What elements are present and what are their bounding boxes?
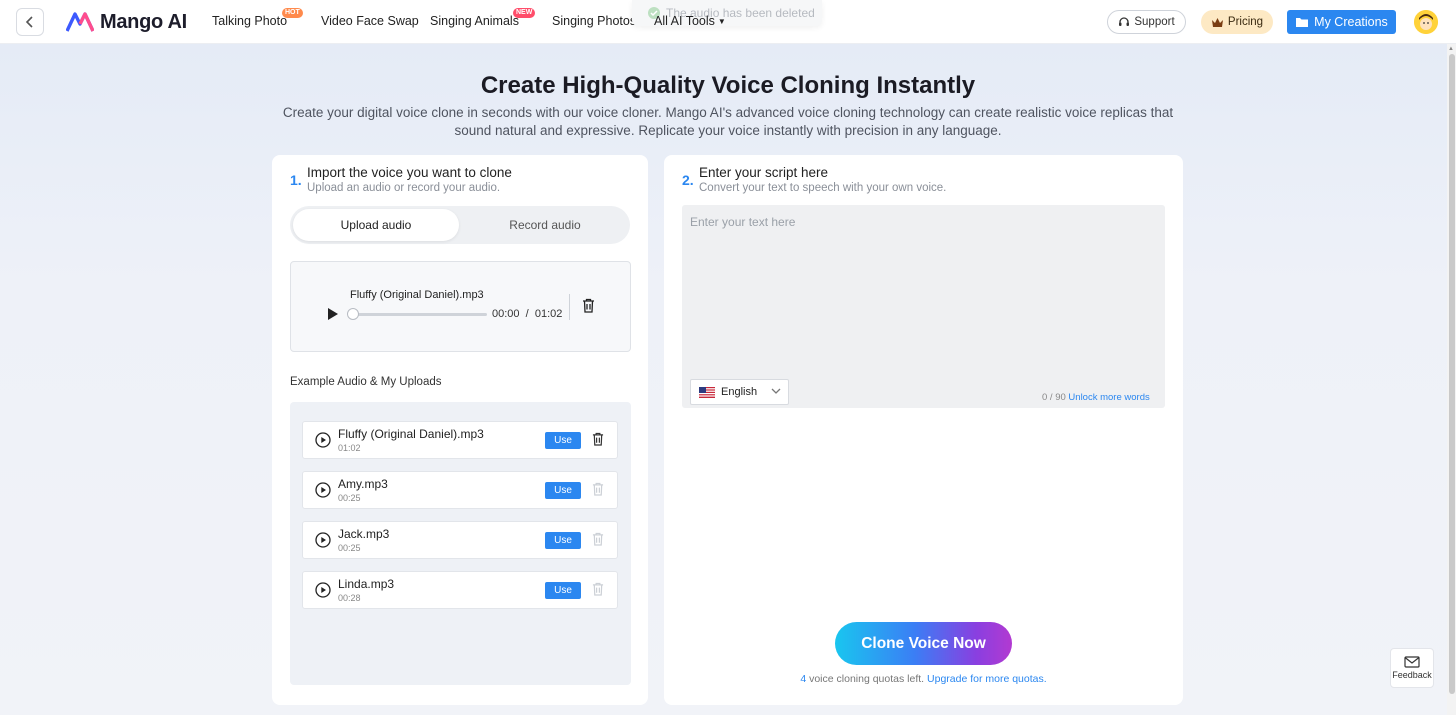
player-duration: 01:02 (534, 308, 563, 320)
example-duration: 00:25 (338, 493, 361, 503)
example-duration: 00:28 (338, 593, 361, 603)
hot-badge: HOT (282, 8, 303, 18)
feedback-label: Feedback (1392, 670, 1432, 680)
support-button[interactable]: Support (1107, 10, 1186, 34)
play-circle-icon[interactable] (315, 482, 331, 498)
example-audio-list: Fluffy (Original Daniel).mp3 01:02 Use A… (290, 402, 631, 685)
tab-record-audio[interactable]: Record audio (462, 209, 628, 241)
audio-player: Fluffy (Original Daniel).mp3 00:00 / 01:… (290, 261, 631, 352)
player-progress-track[interactable] (353, 313, 487, 316)
upgrade-link[interactable]: Upgrade for more quotas. (927, 673, 1047, 685)
brand-name: Mango AI (100, 10, 187, 33)
word-count-value: 0 / 90 (1042, 392, 1066, 403)
example-name: Jack.mp3 (338, 527, 390, 541)
quota-text: voice cloning quotas left. (809, 673, 925, 685)
my-creations-label: My Creations (1314, 15, 1388, 29)
scrollbar-thumb[interactable] (1449, 54, 1455, 694)
player-file-name: Fluffy (Original Daniel).mp3 (350, 289, 484, 301)
top-header: Mango AI Talking Photo HOT Video Face Sw… (0, 0, 1456, 44)
crown-icon (1211, 17, 1223, 27)
trash-icon[interactable] (582, 298, 595, 313)
chevron-down-icon (771, 388, 781, 394)
trash-icon[interactable] (592, 432, 604, 446)
pricing-button[interactable]: Pricing (1201, 10, 1273, 34)
quota-count: 4 (800, 673, 807, 685)
examples-label: Example Audio & My Uploads (290, 376, 442, 388)
my-creations-button[interactable]: My Creations (1287, 10, 1396, 34)
step-title: Enter your script here (699, 165, 829, 180)
play-circle-icon[interactable] (315, 582, 331, 598)
word-count: 0 / 90 Unlock more words (1042, 392, 1150, 403)
player-time: 00:00 / 01:02 (492, 308, 562, 320)
nav-label: Singing Photos (552, 14, 637, 28)
play-circle-icon[interactable] (315, 432, 331, 448)
chevron-left-icon (25, 16, 33, 28)
nav-video-face-swap[interactable]: Video Face Swap (321, 14, 419, 28)
list-item[interactable]: Linda.mp3 00:28 Use (302, 571, 618, 609)
new-badge: NEW (513, 8, 536, 18)
audio-source-tabs: Upload audio Record audio (290, 206, 630, 244)
folder-icon (1296, 17, 1309, 27)
use-button[interactable]: Use (545, 532, 581, 549)
nav-singing-animals[interactable]: Singing Animals NEW (430, 8, 536, 28)
avatar-face-icon (1414, 10, 1438, 34)
trash-disabled-icon (592, 532, 604, 546)
script-panel: 2. Enter your script here Convert your t… (664, 155, 1183, 705)
page-title: Create High-Quality Voice Cloning Instan… (480, 72, 976, 99)
nav-singing-photos[interactable]: Singing Photos (552, 14, 636, 28)
player-divider (569, 294, 570, 320)
brand-logo[interactable]: Mango AI (66, 10, 187, 34)
use-button[interactable]: Use (545, 582, 581, 599)
trash-disabled-icon (592, 482, 604, 496)
mango-logo-icon (66, 12, 94, 32)
caret-down-icon: ▼ (717, 17, 726, 26)
language-select[interactable]: English (690, 379, 789, 405)
script-placeholder: Enter your text here (690, 215, 796, 229)
feedback-button[interactable]: Feedback (1390, 648, 1434, 688)
back-button[interactable] (16, 8, 44, 36)
player-time-separator: / (525, 308, 529, 320)
play-icon[interactable] (327, 307, 339, 321)
trash-disabled-icon (592, 582, 604, 596)
page-description: Create your digital voice clone in secon… (282, 105, 1174, 138)
player-progress-handle[interactable] (347, 308, 359, 320)
nav-label: Singing Animals (430, 14, 519, 28)
nav-talking-photo[interactable]: Talking Photo HOT (212, 8, 303, 28)
use-button[interactable]: Use (545, 432, 581, 449)
step-number: 1. (290, 172, 302, 188)
user-avatar[interactable] (1414, 10, 1438, 34)
nav-label: All AI Tools (654, 14, 715, 28)
nav-label: Video Face Swap (321, 14, 419, 28)
step-number: 2. (682, 172, 694, 188)
scroll-up-arrow-icon[interactable]: ▲ (1448, 46, 1454, 52)
headset-icon (1119, 17, 1130, 26)
example-name: Fluffy (Original Daniel).mp3 (338, 427, 484, 441)
us-flag-icon (699, 386, 715, 398)
language-label: English (721, 386, 758, 398)
list-item[interactable]: Fluffy (Original Daniel).mp3 01:02 Use (302, 421, 618, 459)
play-circle-icon[interactable] (315, 532, 331, 548)
list-item[interactable]: Jack.mp3 00:25 Use (302, 521, 618, 559)
nav-all-ai-tools[interactable]: All AI Tools ▼ (654, 14, 726, 28)
support-label: Support (1134, 16, 1175, 28)
script-textarea[interactable]: Enter your text here English 0 / 90 Unlo… (682, 205, 1165, 408)
player-current-time: 00:00 (492, 308, 520, 320)
unlock-more-words-link[interactable]: Unlock more words (1068, 392, 1149, 403)
step-title: Import the voice you want to clone (307, 165, 512, 180)
example-duration: 01:02 (338, 443, 361, 453)
nav-label: Talking Photo (212, 14, 288, 28)
list-item[interactable]: Amy.mp3 00:25 Use (302, 471, 618, 509)
quota-info: 4 voice cloning quotas left. Upgrade for… (664, 673, 1183, 685)
clone-voice-button[interactable]: Clone Voice Now (835, 622, 1012, 665)
step-subtitle: Upload an audio or record your audio. (307, 182, 501, 194)
mail-icon (1404, 656, 1420, 668)
tab-upload-audio[interactable]: Upload audio (293, 209, 459, 241)
example-name: Linda.mp3 (338, 577, 395, 591)
example-duration: 00:25 (338, 543, 361, 553)
import-voice-panel: 1. Import the voice you want to clone Up… (272, 155, 648, 705)
pricing-label: Pricing (1227, 16, 1264, 28)
use-button[interactable]: Use (545, 482, 581, 499)
step-subtitle: Convert your text to speech with your ow… (699, 182, 947, 194)
example-name: Amy.mp3 (338, 477, 388, 491)
